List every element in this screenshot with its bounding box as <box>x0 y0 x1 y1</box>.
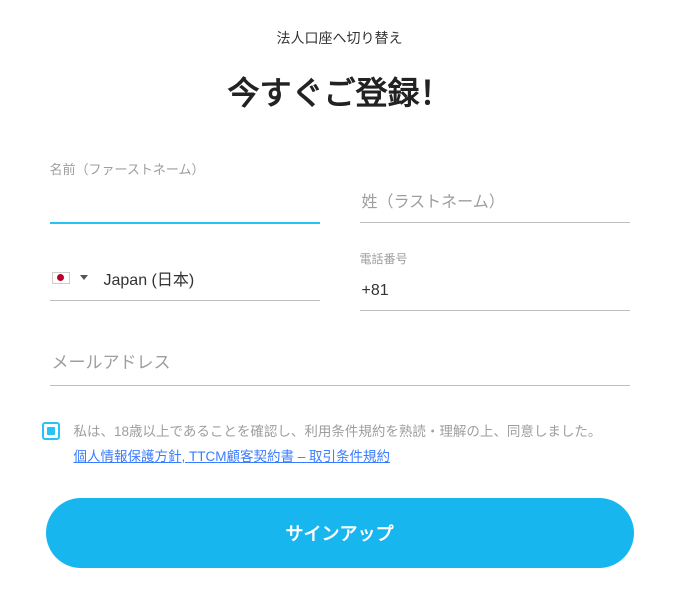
consent-text-body: 私は、18歳以上であることを確認し、利用条件規約を熟読・理解の上、同意しました。 <box>74 424 602 439</box>
phone-field: 電話番号 <box>360 252 630 311</box>
privacy-terms-link[interactable]: 個人情報保護方針, TTCM顧客契約書 – 取引条件規約 <box>74 449 391 464</box>
email-input[interactable] <box>50 339 630 386</box>
last-name-spacer <box>360 162 630 178</box>
checkbox-checked-icon <box>47 427 55 435</box>
first-name-label: 名前（ファーストネーム） <box>50 162 320 178</box>
signup-form: 法人口座へ切り替え 今すぐご登録！ 名前（ファーストネーム） Japan (日本… <box>40 0 640 606</box>
first-name-field: 名前（ファーストネーム） <box>50 162 320 224</box>
page-title: 今すぐご登録！ <box>40 68 640 114</box>
signup-button[interactable]: サインアップ <box>46 498 634 568</box>
phone-input[interactable] <box>360 276 630 311</box>
email-field <box>50 339 630 386</box>
consent-text: 私は、18歳以上であることを確認し、利用条件規約を熟読・理解の上、同意しました。… <box>74 420 614 470</box>
first-name-input[interactable] <box>50 188 320 224</box>
consent-row: 私は、18歳以上であることを確認し、利用条件規約を熟読・理解の上、同意しました。… <box>40 414 640 470</box>
phone-label: 電話番号 <box>360 252 630 266</box>
consent-checkbox[interactable] <box>42 422 60 440</box>
chevron-down-icon <box>80 275 88 280</box>
japan-flag-icon <box>52 272 70 284</box>
country-field-wrap: Japan (日本) <box>50 252 320 311</box>
country-selector[interactable]: Japan (日本) <box>50 252 320 301</box>
switch-account-link[interactable]: 法人口座へ切り替え <box>40 28 640 48</box>
country-name-label: Japan (日本) <box>98 266 195 290</box>
last-name-input[interactable] <box>360 188 630 223</box>
last-name-field <box>360 162 630 224</box>
